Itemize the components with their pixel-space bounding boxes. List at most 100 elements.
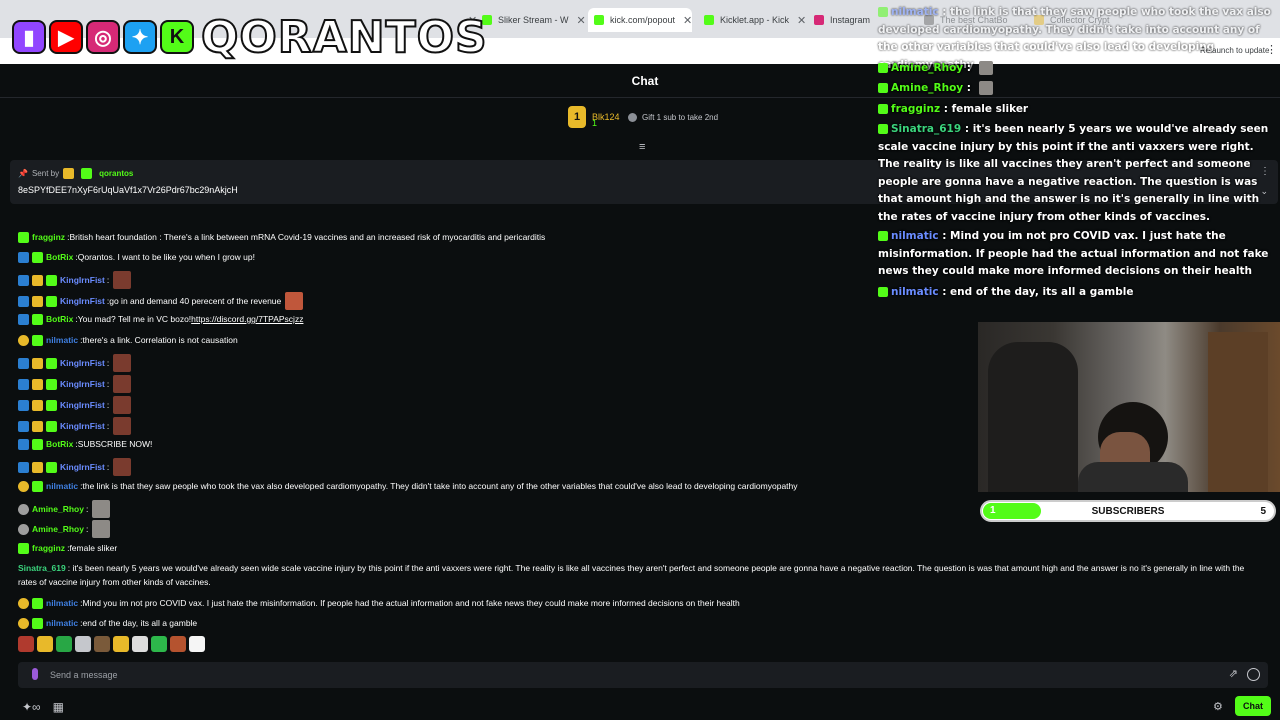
chat-username[interactable]: BotRix xyxy=(46,250,73,264)
chat-text: it's been nearly 5 years we would've alr… xyxy=(18,563,1245,587)
chat-message: nilmatic: the link is that they saw peop… xyxy=(18,479,798,493)
overlay-text: : it's been nearly 5 years we would've a… xyxy=(878,123,1269,223)
chat-message: BotRix: SUBSCRIBE NOW! xyxy=(18,437,152,451)
chat-message: KingIrnFist: xyxy=(18,271,132,289)
emote-icon xyxy=(978,61,993,75)
chat-badge-icon xyxy=(18,617,29,629)
chat-separator: : xyxy=(106,400,110,410)
chat-badge-icon xyxy=(18,438,29,450)
chat-username[interactable]: nilmatic xyxy=(46,479,78,493)
gift-sub-prompt[interactable]: Gift 1 sub to take 2nd xyxy=(628,113,718,122)
emote-icon[interactable] xyxy=(170,636,186,652)
chat-username[interactable]: KingIrnFist xyxy=(60,294,105,308)
mic-icon[interactable] xyxy=(32,668,38,680)
chat-badge-icon xyxy=(32,274,43,286)
reply-icon[interactable]: ⇗ xyxy=(1229,667,1238,680)
chat-username[interactable]: KingIrnFist xyxy=(60,419,105,433)
store-icon[interactable]: ▦ xyxy=(53,700,64,714)
chat-badge-icon xyxy=(32,420,43,432)
overlay-username: nilmatic xyxy=(891,286,939,298)
emote-icon[interactable] xyxy=(75,636,91,652)
chat-username[interactable]: KingIrnFist xyxy=(60,273,105,287)
chat-badge-icon xyxy=(18,378,29,390)
chat-message-input[interactable] xyxy=(50,666,1150,684)
chat-badge-icon xyxy=(18,357,29,369)
browser-tab[interactable]: Kicklet.app - Kick ✕ xyxy=(704,8,808,32)
emote-icon[interactable] xyxy=(37,636,53,652)
chat-username[interactable]: KingIrnFist xyxy=(60,398,105,412)
emote-icon xyxy=(92,520,111,538)
browser-tab-active[interactable]: kick.com/popout ✕ xyxy=(588,8,692,32)
chat-text: the link is that they saw people who too… xyxy=(82,481,798,491)
subscriber-goal-target: 5 xyxy=(1260,506,1266,517)
chat-badge-icon xyxy=(46,274,57,286)
chat-username[interactable]: Sinatra_619 xyxy=(18,563,66,573)
overlay-text: : female sliker xyxy=(940,103,1029,115)
chat-username[interactable]: KingIrnFist xyxy=(60,460,105,474)
twitch-icon: ▮ xyxy=(12,20,46,54)
emote-icon[interactable] xyxy=(18,636,34,652)
chat-username[interactable]: Amine_Rhoy xyxy=(32,522,84,536)
chat-badge-icon xyxy=(46,420,57,432)
chat-message: nilmatic: end of the day, its all a gamb… xyxy=(18,616,197,630)
chat-username[interactable]: nilmatic xyxy=(46,596,78,610)
settings-icon[interactable]: ⚙ xyxy=(1213,700,1223,713)
chat-text: You mad? Tell me in VC bozo! xyxy=(77,314,192,324)
top-gifter[interactable]: 1 Blk124 1 xyxy=(568,106,620,128)
chat-text: female sliker xyxy=(69,543,118,553)
chat-badge-icon xyxy=(32,313,43,325)
browser-tab[interactable]: Sliker Stream - W ✕ xyxy=(482,8,586,32)
emote-icon[interactable] xyxy=(56,636,72,652)
chat-username[interactable]: KingIrnFist xyxy=(60,377,105,391)
chat-badge-icon xyxy=(46,295,57,307)
logo-text: QORANTOS xyxy=(200,11,488,64)
badge-icon xyxy=(63,168,75,179)
chat-text: end of the day, its all a gamble xyxy=(82,618,198,628)
emote-icon[interactable] xyxy=(94,636,110,652)
chat-text: SUBSCRIBE NOW! xyxy=(77,439,153,449)
emoji-icon[interactable] xyxy=(1247,668,1260,681)
pin-icon: 📌 xyxy=(18,169,28,178)
chat-badge-icon xyxy=(18,295,29,307)
chat-separator: : xyxy=(106,379,110,389)
chat-username[interactable]: BotRix xyxy=(46,312,73,326)
chat-username[interactable]: KingIrnFist xyxy=(60,356,105,370)
chat-badge-icon xyxy=(46,357,57,369)
chat-separator: : xyxy=(106,275,110,285)
chat-link[interactable]: https://discord.gg/7TPAPscjzz xyxy=(191,312,303,326)
points-icon[interactable]: ✦∞ xyxy=(22,700,41,714)
chat-message: KingIrnFist: xyxy=(18,375,132,393)
emote-bar xyxy=(18,636,205,654)
collapse-icon[interactable]: ≡ xyxy=(639,141,651,153)
chat-input-box[interactable]: ⇗ xyxy=(18,662,1268,688)
send-chat-button[interactable]: Chat xyxy=(1235,696,1271,716)
chat-username[interactable]: fragginz xyxy=(32,541,65,555)
chat-username[interactable]: nilmatic xyxy=(46,616,78,630)
overlay-text: : xyxy=(963,62,975,74)
emote-icon[interactable] xyxy=(189,636,205,652)
browser-tab[interactable]: Instagram xyxy=(814,8,874,32)
chat-text: Qorantos. I want to be like you when I g… xyxy=(77,252,255,262)
emote-icon[interactable] xyxy=(113,636,129,652)
chat-separator: : xyxy=(106,358,110,368)
kick-badge-icon xyxy=(878,63,888,73)
chat-message: KingIrnFist: xyxy=(18,354,132,372)
chat-username[interactable]: fragginz xyxy=(32,230,65,244)
emote-icon[interactable] xyxy=(151,636,167,652)
chat-username[interactable]: nilmatic xyxy=(46,333,78,347)
chat-separator: : xyxy=(106,462,110,472)
chat-username[interactable]: BotRix xyxy=(46,437,73,451)
overlay-chat-message: nilmatic : Mind you im not pro COVID vax… xyxy=(878,228,1274,281)
kick-badge-icon xyxy=(878,83,888,93)
emote-icon xyxy=(285,292,304,310)
chat-message: KingIrnFist: xyxy=(18,396,132,414)
overlay-username: nilmatic xyxy=(891,6,939,18)
pinned-sender[interactable]: qorantos xyxy=(99,169,133,178)
chat-message: KingIrnFist: go in and demand 40 perecen… xyxy=(18,292,304,310)
chat-text: there's a link. Correlation is not causa… xyxy=(82,335,238,345)
chat-badge-icon xyxy=(46,399,57,411)
emote-icon xyxy=(92,500,111,518)
chat-username[interactable]: Amine_Rhoy xyxy=(32,502,84,516)
emote-icon[interactable] xyxy=(132,636,148,652)
chat-badge-icon xyxy=(32,617,43,629)
